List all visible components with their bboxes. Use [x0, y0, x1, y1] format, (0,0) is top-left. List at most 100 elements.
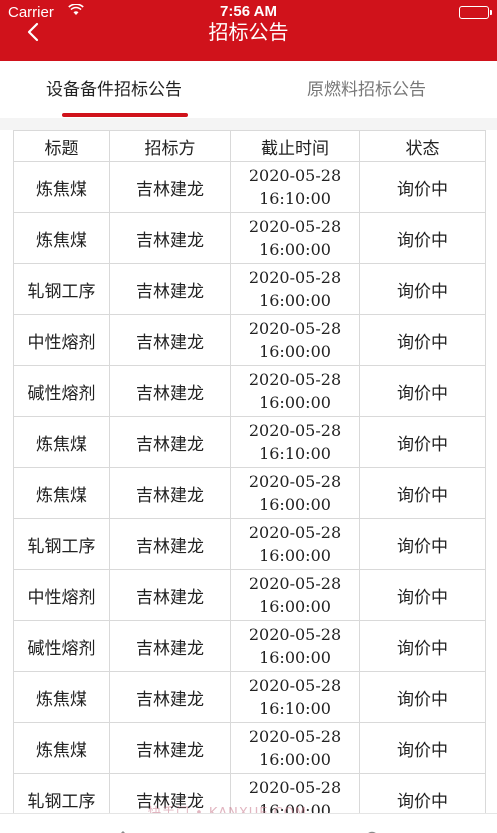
row-title: 炼焦煤 — [13, 722, 110, 774]
row-party: 吉林建龙 — [109, 467, 231, 519]
active-tab-indicator — [62, 113, 188, 117]
row-deadline-time: 16:00:00 — [259, 342, 331, 361]
table-row[interactable]: 炼焦煤 吉林建龙 2020-05-28 16:00:00 询价中 — [13, 467, 486, 519]
row-deadline: 2020-05-28 16:10:00 — [230, 416, 360, 468]
row-deadline-time: 16:00:00 — [259, 393, 331, 412]
row-title: 碱性熔剂 — [13, 365, 110, 417]
row-deadline-date: 2020-05-28 — [248, 625, 342, 644]
tender-table: 标题 招标方 截止时间 状态 炼焦煤 吉林建龙 2020-05-28 16:10:00… — [13, 130, 486, 825]
table-row[interactable]: 碱性熔剂 吉林建龙 2020-05-28 16:00:00 询价中 — [13, 620, 486, 672]
row-status: 询价中 — [359, 467, 486, 519]
row-deadline-time: 16:10:00 — [259, 189, 331, 208]
row-party: 吉林建龙 — [109, 620, 231, 672]
row-deadline-time: 16:00:00 — [259, 597, 331, 616]
table-row[interactable]: 炼焦煤 吉林建龙 2020-05-28 16:00:00 询价中 — [13, 722, 486, 774]
row-deadline-time: 16:10:00 — [259, 444, 331, 463]
row-status: 询价中 — [359, 671, 486, 723]
row-deadline-time: 16:00:00 — [259, 648, 331, 667]
tab-bar: 设备备件招标公告 原燃料招标公告 — [0, 61, 497, 118]
table-row[interactable]: 炼焦煤 吉林建龙 2020-05-28 16:10:00 询价中 — [13, 161, 486, 213]
row-status: 询价中 — [359, 314, 486, 366]
row-party: 吉林建龙 — [109, 518, 231, 570]
row-title: 炼焦煤 — [13, 416, 110, 468]
row-deadline: 2020-05-28 16:10:00 — [230, 161, 360, 213]
row-title: 炼焦煤 — [13, 161, 110, 213]
row-deadline: 2020-05-28 16:00:00 — [230, 263, 360, 315]
row-deadline-date: 2020-05-28 — [248, 268, 342, 287]
row-title: 轧钢工序 — [13, 263, 110, 315]
row-status: 询价中 — [359, 161, 486, 213]
row-party: 吉林建龙 — [109, 569, 231, 621]
row-deadline-time: 16:00:00 — [259, 495, 331, 514]
row-deadline: 2020-05-28 16:00:00 — [230, 518, 360, 570]
row-deadline: 2020-05-28 16:00:00 — [230, 569, 360, 621]
row-deadline: 2020-05-28 16:00:00 — [230, 620, 360, 672]
row-title: 轧钢工序 — [13, 518, 110, 570]
row-status: 询价中 — [359, 263, 486, 315]
row-status: 询价中 — [359, 416, 486, 468]
tab-raw-fuel-tenders[interactable]: 原燃料招标公告 — [307, 75, 426, 100]
column-header-party: 招标方 — [109, 130, 231, 162]
row-party: 吉林建龙 — [109, 314, 231, 366]
table-row[interactable]: 碱性熔剂 吉林建龙 2020-05-28 16:00:00 询价中 — [13, 365, 486, 417]
page-title: 招标公告 — [208, 20, 289, 44]
table-row[interactable]: 轧钢工序 吉林建龙 2020-05-28 16:00:00 询价中 — [13, 263, 486, 315]
row-status: 询价中 — [359, 212, 486, 264]
column-header-deadline: 截止时间 — [230, 130, 360, 162]
home-icon[interactable] — [114, 825, 132, 833]
row-party: 吉林建龙 — [109, 722, 231, 774]
row-deadline-date: 2020-05-28 — [248, 421, 342, 440]
tab-equipment-tenders[interactable]: 设备备件招标公告 — [46, 75, 182, 100]
table-row[interactable]: 轧钢工序 吉林建龙 2020-05-28 16:00:00 询价中 — [13, 518, 486, 570]
column-header-title: 标题 — [13, 130, 110, 162]
bottom-bar — [0, 813, 497, 833]
row-deadline-time: 16:00:00 — [259, 750, 331, 769]
row-deadline-time: 16:10:00 — [259, 699, 331, 718]
row-party: 吉林建龙 — [109, 671, 231, 723]
row-deadline-time: 16:00:00 — [259, 240, 331, 259]
row-deadline-date: 2020-05-28 — [248, 472, 342, 491]
table-row[interactable]: 中性熔剂 吉林建龙 2020-05-28 16:00:00 询价中 — [13, 314, 486, 366]
row-party: 吉林建龙 — [109, 263, 231, 315]
row-title: 中性熔剂 — [13, 569, 110, 621]
row-title: 碱性熔剂 — [13, 620, 110, 672]
row-title: 炼焦煤 — [13, 467, 110, 519]
row-deadline: 2020-05-28 16:10:00 — [230, 671, 360, 723]
row-title: 炼焦煤 — [13, 212, 110, 264]
row-deadline: 2020-05-28 16:00:00 — [230, 212, 360, 264]
column-header-status: 状态 — [359, 130, 486, 162]
table-row[interactable]: 炼焦煤 吉林建龙 2020-05-28 16:10:00 询价中 — [13, 671, 486, 723]
search-icon[interactable] — [364, 825, 380, 833]
row-title: 中性熔剂 — [13, 314, 110, 366]
table-header-row: 标题 招标方 截止时间 状态 — [13, 130, 486, 162]
row-party: 吉林建龙 — [109, 365, 231, 417]
row-status: 询价中 — [359, 722, 486, 774]
row-party: 吉林建龙 — [109, 416, 231, 468]
table-row[interactable]: 炼焦煤 吉林建龙 2020-05-28 16:10:00 询价中 — [13, 416, 486, 468]
row-deadline-date: 2020-05-28 — [248, 574, 342, 593]
row-status: 询价中 — [359, 569, 486, 621]
row-status: 询价中 — [359, 365, 486, 417]
row-deadline-date: 2020-05-28 — [248, 319, 342, 338]
section-separator — [0, 118, 497, 130]
row-party: 吉林建龙 — [109, 212, 231, 264]
nav-header: Carrier 7:56 AM 招标公告 — [0, 0, 497, 61]
row-deadline-time: 16:00:00 — [259, 291, 331, 310]
row-deadline-date: 2020-05-28 — [248, 778, 342, 797]
row-deadline-date: 2020-05-28 — [248, 676, 342, 695]
row-deadline: 2020-05-28 16:00:00 — [230, 314, 360, 366]
row-deadline: 2020-05-28 16:00:00 — [230, 467, 360, 519]
row-deadline: 2020-05-28 16:00:00 — [230, 365, 360, 417]
row-deadline-date: 2020-05-28 — [248, 727, 342, 746]
table-row[interactable]: 中性熔剂 吉林建龙 2020-05-28 16:00:00 询价中 — [13, 569, 486, 621]
row-deadline-time: 16:00:00 — [259, 546, 331, 565]
row-status: 询价中 — [359, 518, 486, 570]
row-deadline: 2020-05-28 16:00:00 — [230, 722, 360, 774]
row-deadline-date: 2020-05-28 — [248, 166, 342, 185]
table-row[interactable]: 炼焦煤 吉林建龙 2020-05-28 16:00:00 询价中 — [13, 212, 486, 264]
row-status: 询价中 — [359, 620, 486, 672]
row-deadline-date: 2020-05-28 — [248, 523, 342, 542]
row-title: 炼焦煤 — [13, 671, 110, 723]
row-party: 吉林建龙 — [109, 161, 231, 213]
row-deadline-date: 2020-05-28 — [248, 217, 342, 236]
